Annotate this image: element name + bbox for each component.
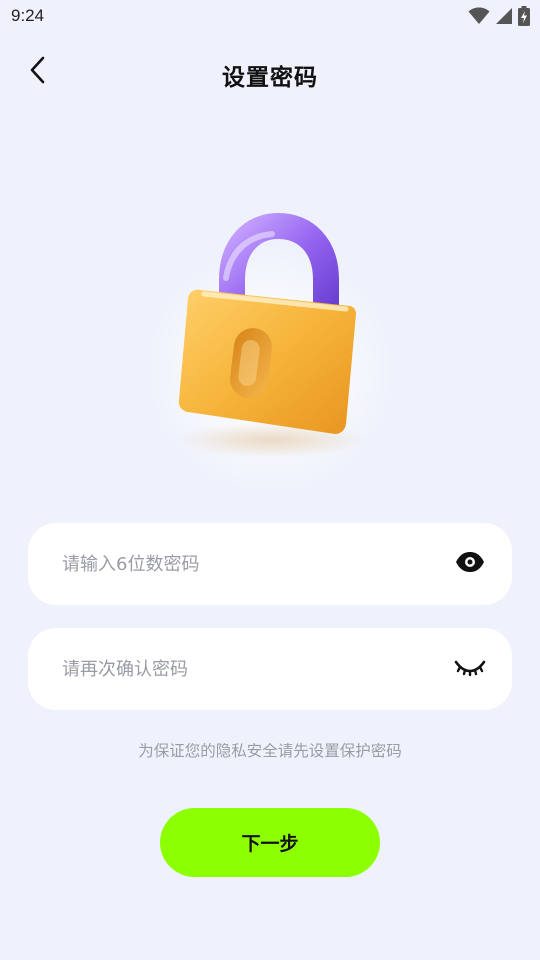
battery-charging-icon: [518, 6, 530, 26]
confirm-password-field-container: [28, 628, 512, 710]
page-title: 设置密码: [222, 65, 318, 91]
padlock-illustration: [120, 190, 420, 490]
header: 设置密码: [0, 46, 540, 100]
padlock-icon: [177, 212, 367, 458]
cellular-signal-icon: [495, 7, 513, 25]
password-input[interactable]: [62, 553, 454, 575]
status-time: 9:24: [11, 6, 45, 25]
next-step-button[interactable]: 下一步: [160, 808, 380, 877]
privacy-hint: 为保证您的隐私安全请先设置保护密码: [138, 742, 402, 760]
wifi-icon: [468, 7, 490, 25]
password-field-container: [28, 523, 512, 605]
eye-open-icon: [455, 551, 485, 577]
password-visibility-toggle[interactable]: [454, 548, 486, 580]
confirm-password-input[interactable]: [62, 658, 454, 680]
status-icons: [468, 6, 530, 26]
eye-closed-icon: [454, 657, 486, 681]
status-bar: 9:24: [0, 0, 540, 34]
confirm-visibility-toggle[interactable]: [454, 653, 486, 685]
